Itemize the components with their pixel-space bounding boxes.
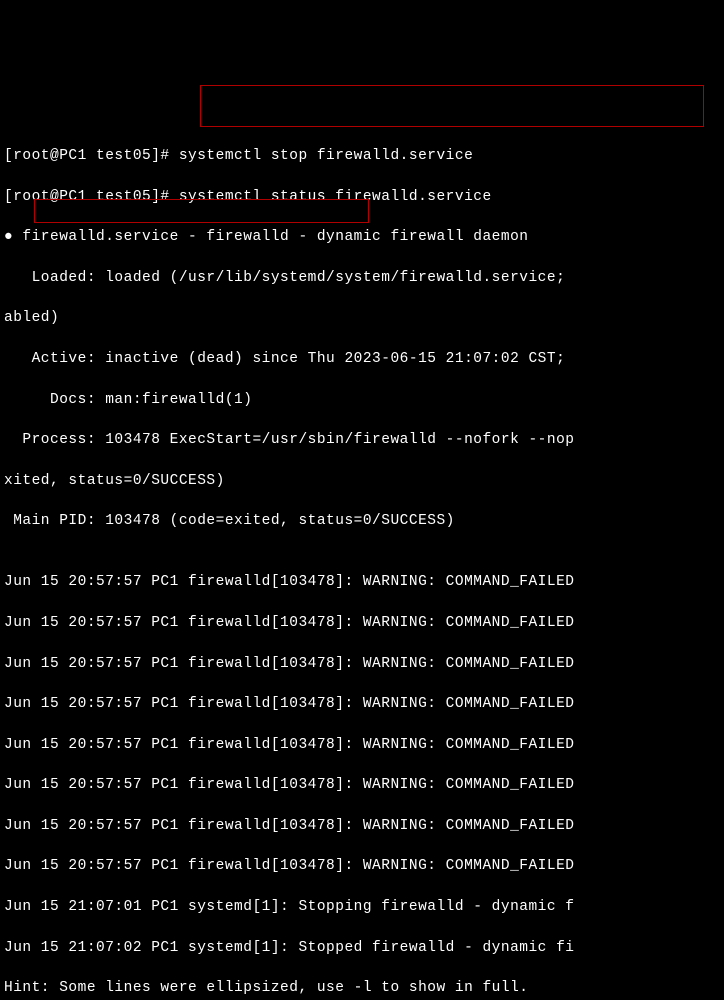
terminal-window[interactable]: [root@PC1 test05]# systemctl stop firewa…	[4, 85, 720, 1000]
log-line: Jun 15 20:57:57 PC1 firewalld[103478]: W…	[4, 613, 720, 633]
log-line: Jun 15 21:07:01 PC1 systemd[1]: Stopping…	[4, 897, 720, 917]
log-line: Jun 15 21:07:02 PC1 systemd[1]: Stopped …	[4, 938, 720, 958]
log-line: Jun 15 20:57:57 PC1 firewalld[103478]: W…	[4, 654, 720, 674]
output-process2: xited, status=0/SUCCESS)	[4, 471, 720, 491]
output-loaded2: abled)	[4, 308, 720, 328]
command-1: systemctl stop firewalld.service	[179, 148, 473, 164]
output-docs: Docs: man:firewalld(1)	[4, 390, 720, 410]
log-line: Jun 15 20:57:57 PC1 firewalld[103478]: W…	[4, 775, 720, 795]
output-loaded: Loaded: loaded (/usr/lib/systemd/system/…	[4, 268, 720, 288]
output-hint: Hint: Some lines were ellipsized, use -l…	[4, 978, 720, 998]
log-line: Jun 15 20:57:57 PC1 firewalld[103478]: W…	[4, 816, 720, 836]
prompt-text: [root@PC1 test05]#	[4, 148, 179, 164]
highlight-box-active	[34, 199, 369, 223]
log-line: Jun 15 20:57:57 PC1 firewalld[103478]: W…	[4, 735, 720, 755]
prompt-line-1: [root@PC1 test05]# systemctl stop firewa…	[4, 146, 720, 166]
output-mainpid: Main PID: 103478 (code=exited, status=0/…	[4, 511, 720, 531]
output-active: Active: inactive (dead) since Thu 2023-0…	[4, 349, 720, 369]
log-line: Jun 15 20:57:57 PC1 firewalld[103478]: W…	[4, 856, 720, 876]
output-service: ● firewalld.service - firewalld - dynami…	[4, 227, 720, 247]
highlight-box-commands	[200, 85, 704, 127]
log-line: Jun 15 20:57:57 PC1 firewalld[103478]: W…	[4, 694, 720, 714]
log-line: Jun 15 20:57:57 PC1 firewalld[103478]: W…	[4, 572, 720, 592]
output-process: Process: 103478 ExecStart=/usr/sbin/fire…	[4, 430, 720, 450]
